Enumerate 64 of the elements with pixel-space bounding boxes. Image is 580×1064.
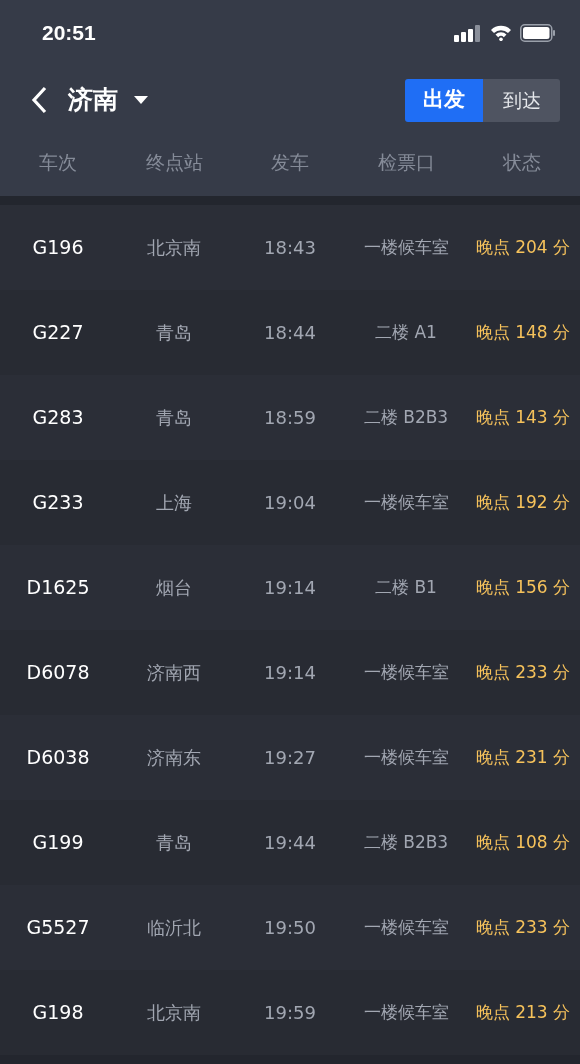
gate-cell-text: 一楼候车室	[363, 660, 449, 684]
departure-time: 18:59	[264, 406, 316, 430]
train-number: G227	[32, 320, 84, 346]
departure-time: 19:59	[264, 1001, 316, 1025]
departure-time: 19:44	[264, 831, 316, 855]
gate-cell-text: 一楼候车室	[363, 235, 449, 259]
departure-time: 19:14	[264, 576, 316, 600]
destination-cell-text: 上海	[156, 491, 192, 515]
train-number: G196	[32, 235, 84, 261]
column-header: 检票口	[377, 149, 435, 175]
status-delay: 晚点 108 分	[475, 830, 570, 854]
train-number: G233	[32, 490, 84, 516]
back-icon[interactable]	[30, 85, 48, 115]
status-delay: 晚点 148 分	[475, 320, 570, 344]
gate-cell-text: 二楼 B2B3	[363, 405, 449, 429]
status-delay: 晚点 156 分	[475, 575, 570, 599]
destination-cell-text: 临沂北	[147, 916, 201, 940]
battery-icon	[520, 24, 556, 42]
destination-cell-text: 济南东	[147, 746, 201, 770]
train-number: D6038	[26, 745, 90, 771]
departure-time: 19:14	[264, 661, 316, 685]
destination-cell-text: 济南西	[147, 661, 201, 685]
column-header: 状态	[503, 149, 541, 175]
gate-cell-text: 一楼候车室	[363, 915, 449, 939]
destination-cell-text: 青岛	[156, 406, 192, 430]
destination-cell-text: 烟台	[156, 576, 192, 600]
train-number: G198	[32, 1000, 84, 1026]
column-header: 终点站	[145, 149, 203, 175]
status-delay: 晚点 233 分	[475, 660, 570, 684]
dropdown-caret-icon[interactable]	[134, 96, 148, 104]
gate-cell-text: 一楼候车室	[363, 1000, 449, 1024]
gate-cell-text: 二楼 B2B3	[363, 830, 449, 854]
train-number: G283	[32, 405, 84, 431]
status-delay: 晚点 231 分	[475, 745, 570, 769]
destination-cell-text: 青岛	[156, 831, 192, 855]
status-delay: 晚点 192 分	[475, 490, 570, 514]
departure-time: 18:44	[264, 321, 316, 345]
status-delay: 晚点 143 分	[475, 405, 570, 429]
status-delay: 晚点 213 分	[475, 1000, 570, 1024]
departure-time: 19:50	[264, 916, 316, 940]
destination-cell-text: 北京南	[147, 236, 201, 260]
city-name[interactable]: 济南	[68, 81, 118, 119]
departure-time: 18:43	[264, 236, 316, 260]
train-number: G5527	[26, 915, 90, 941]
direction-tab[interactable]: 出发	[405, 78, 483, 122]
gate-cell-text: 二楼 A1	[375, 320, 437, 344]
gate-cell-text: 一楼候车室	[363, 745, 449, 769]
column-header: 发车	[271, 149, 309, 175]
train-number: D1625	[26, 575, 90, 601]
destination-cell-text: 北京南	[147, 1001, 201, 1025]
clock-time: 20:51	[42, 20, 96, 47]
departure-time: 19:27	[264, 746, 316, 770]
column-header: 车次	[39, 149, 77, 175]
gate-cell-text: 二楼 B1	[375, 575, 437, 599]
status-delay: 晚点 233 分	[475, 915, 570, 939]
wifi-icon	[490, 25, 512, 41]
departure-time: 19:04	[264, 491, 316, 515]
direction-tab[interactable]: 到达	[483, 78, 560, 122]
train-number: D6078	[26, 660, 90, 686]
gate-cell-text: 一楼候车室	[363, 490, 449, 514]
status-delay: 晚点 204 分	[475, 235, 570, 259]
train-number: G199	[32, 830, 84, 856]
signal-icon	[454, 24, 482, 42]
destination-cell-text: 青岛	[156, 321, 192, 345]
